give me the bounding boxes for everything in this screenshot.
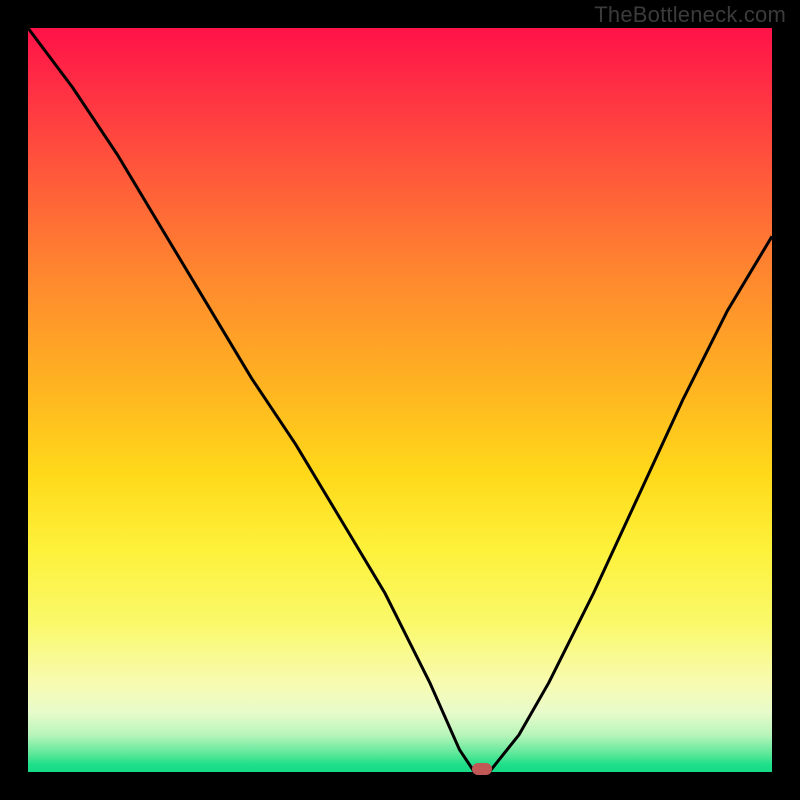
- minimum-marker: [472, 763, 492, 775]
- bottleneck-curve: [28, 28, 772, 772]
- watermark-text: TheBottleneck.com: [594, 2, 786, 28]
- chart-container: TheBottleneck.com: [0, 0, 800, 800]
- plot-frame: [28, 28, 772, 772]
